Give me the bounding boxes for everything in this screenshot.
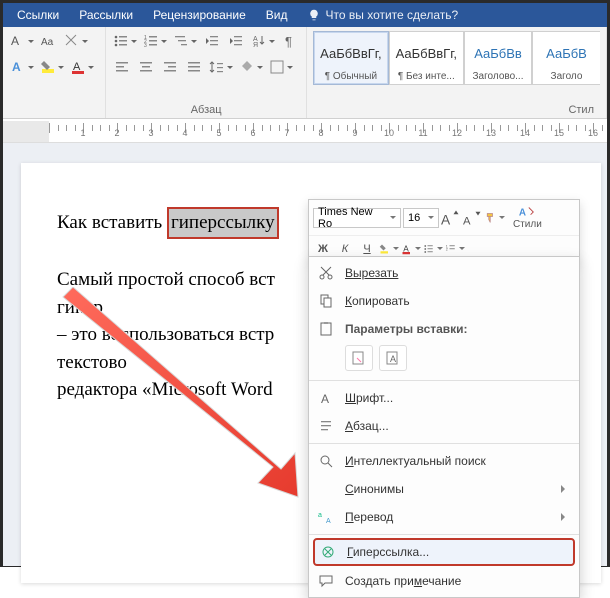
highlight-icon[interactable] <box>39 57 65 77</box>
clear-format-icon[interactable] <box>63 31 89 51</box>
svg-text:3: 3 <box>144 43 147 49</box>
selected-text[interactable]: гиперссылку <box>167 207 279 239</box>
svg-text:A: A <box>326 518 331 525</box>
format-painter-icon[interactable] <box>485 208 505 228</box>
translate-icon: аA <box>315 508 337 526</box>
svg-text:Aa: Aa <box>41 37 54 48</box>
mini-font-select[interactable]: Times New Ro <box>313 208 401 228</box>
scissors-icon <box>315 264 337 282</box>
ctx-hyperlink[interactable]: Гиперссылка... <box>313 538 575 566</box>
svg-text:A: A <box>11 34 19 48</box>
svg-text:A: A <box>12 60 21 74</box>
lightbulb-icon <box>308 9 320 21</box>
mini-toolbar: Times New Ro 16 A A A Стили Ж К Ч A 12 <box>308 199 580 263</box>
tab-mailings[interactable]: Рассылки <box>69 4 143 26</box>
svg-text:а: а <box>318 512 322 519</box>
svg-text:2: 2 <box>446 248 448 252</box>
tab-view[interactable]: Вид <box>256 4 298 26</box>
font-grow-icon[interactable]: A <box>9 31 35 51</box>
align-center-icon[interactable] <box>136 57 156 77</box>
ctx-cut[interactable]: Вырезать <box>309 259 579 287</box>
ruler[interactable]: 12345678910111213141516 <box>3 121 607 143</box>
mini-styles-button[interactable]: A Стили <box>507 203 548 232</box>
smart-lookup-icon <box>315 452 337 470</box>
borders-icon[interactable] <box>268 57 294 77</box>
comment-icon <box>315 572 337 590</box>
styles-group: АаБбВвГг, ¶ Обычный АаБбВвГг, ¶ Без инте… <box>307 27 607 118</box>
line-spacing-icon[interactable] <box>208 57 234 77</box>
style-no-spacing[interactable]: АаБбВвГг, ¶ Без инте... <box>389 31 464 85</box>
font-color-icon[interactable]: A <box>69 57 95 77</box>
ctx-font[interactable]: A Шрифт... <box>309 384 579 412</box>
align-left-icon[interactable] <box>112 57 132 77</box>
style-normal[interactable]: АаБбВвГг, ¶ Обычный <box>313 31 388 85</box>
copy-icon <box>315 292 337 310</box>
ctx-paste-options[interactable]: Параметры вставки: <box>309 315 579 343</box>
tab-review[interactable]: Рецензирование <box>143 4 256 26</box>
paste-keep-formatting[interactable] <box>345 345 373 371</box>
text-effects-icon[interactable]: A <box>9 57 35 77</box>
grow-font-icon[interactable]: A <box>441 208 461 228</box>
paragraph-dialog-icon <box>315 417 337 435</box>
context-menu: Вырезать Копировать Параметры вставки: A… <box>308 256 580 598</box>
font-group: A Aa A A <box>3 27 106 118</box>
outdent-icon[interactable] <box>202 31 222 51</box>
ribbon: A Aa A A 123 AЯ ¶ <box>3 27 607 119</box>
indent-icon[interactable] <box>226 31 246 51</box>
svg-text:A: A <box>519 208 526 219</box>
align-justify-icon[interactable] <box>184 57 204 77</box>
numbering-icon[interactable]: 123 <box>142 31 168 51</box>
ctx-copy[interactable]: Копировать <box>309 287 579 315</box>
ribbon-tabs: Ссылки Рассылки Рецензирование Вид Что в… <box>3 3 607 27</box>
font-group-label <box>9 114 99 116</box>
ctx-smart-lookup[interactable]: Интеллектуальный поиск <box>309 447 579 475</box>
sort-icon[interactable]: AЯ <box>250 31 276 51</box>
font-dialog-icon: A <box>315 389 337 407</box>
pilcrow-icon[interactable]: ¶ <box>280 31 300 51</box>
svg-text:¶: ¶ <box>285 34 292 49</box>
ctx-synonyms[interactable]: Синонимы <box>309 475 579 503</box>
shading-icon[interactable] <box>238 57 264 77</box>
multilevel-icon[interactable] <box>172 31 198 51</box>
style-heading2[interactable]: АаБбВ Заголо <box>532 31 600 85</box>
mini-size-select[interactable]: 16 <box>403 208 439 228</box>
styles-group-label: Стил <box>313 102 600 116</box>
change-case-icon[interactable]: Aa <box>39 31 59 51</box>
svg-text:A: A <box>321 392 329 406</box>
paste-text-only[interactable]: A <box>379 345 407 371</box>
hyperlink-icon <box>317 543 339 561</box>
svg-text:A: A <box>403 244 409 253</box>
paragraph-group-label: Абзац <box>112 102 300 116</box>
ctx-new-comment[interactable]: Создать примечание <box>309 567 579 595</box>
svg-text:Я: Я <box>253 42 258 49</box>
svg-text:A: A <box>390 354 396 364</box>
bullets-icon[interactable] <box>112 31 138 51</box>
ctx-paragraph[interactable]: Абзац... <box>309 412 579 440</box>
clipboard-icon <box>315 320 337 338</box>
svg-text:A: A <box>441 212 451 227</box>
tell-me-search[interactable]: Что вы хотите сделать? <box>298 8 459 22</box>
shrink-font-icon[interactable]: A <box>463 208 483 228</box>
ctx-translate[interactable]: аA Перевод <box>309 503 579 531</box>
style-heading1[interactable]: АаБбВв Заголово... <box>464 31 532 85</box>
svg-text:A: A <box>463 215 471 227</box>
paragraph-group: 123 AЯ ¶ Абзац <box>106 27 307 118</box>
tab-references[interactable]: Ссылки <box>7 4 69 26</box>
align-right-icon[interactable] <box>160 57 180 77</box>
